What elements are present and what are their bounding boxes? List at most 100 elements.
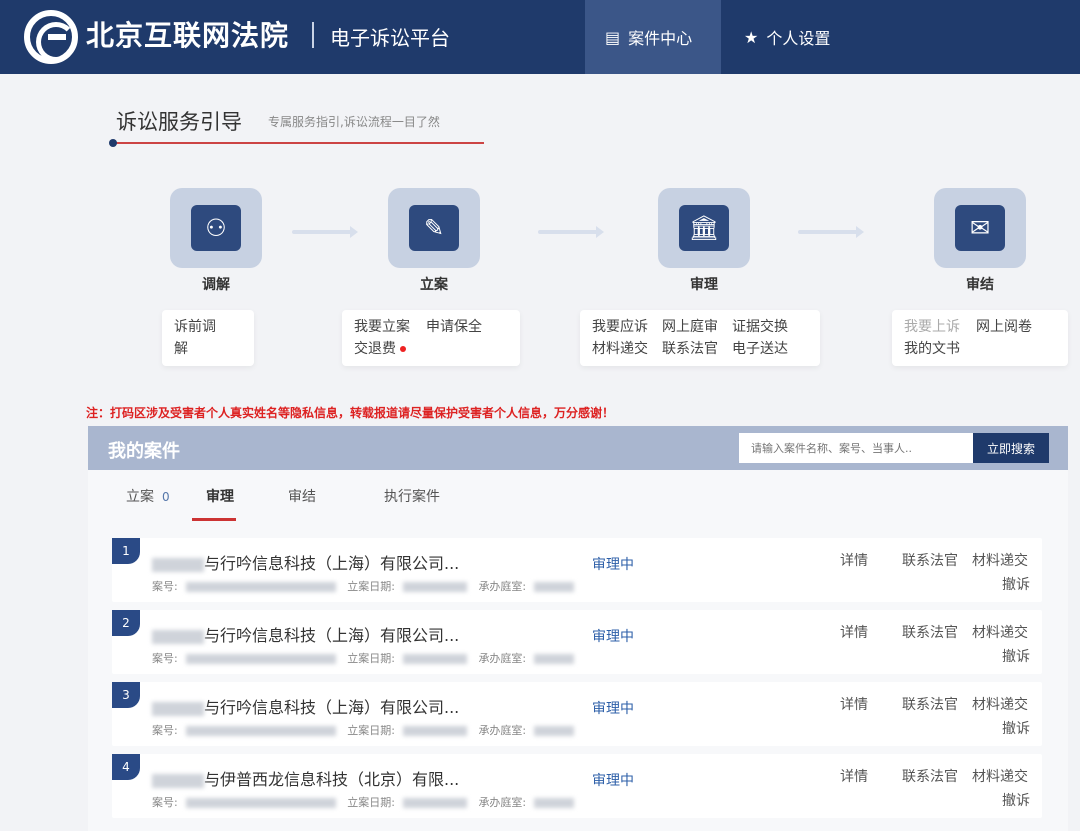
filing-icon: ✎ (409, 205, 459, 251)
link-apply-preservation[interactable]: 申请保全 (426, 316, 482, 338)
redacted-block (152, 701, 204, 716)
link-evidence-exchange[interactable]: 证据交换 (732, 316, 788, 338)
redacted-block (402, 654, 467, 664)
withdraw-link[interactable]: 撤诉 (1002, 718, 1030, 738)
submit-materials-link[interactable]: 材料递交 (972, 694, 1028, 714)
filing-date-label: 立案日期: (347, 796, 395, 809)
redacted-block (534, 798, 575, 808)
redacted-block (152, 773, 204, 788)
step-trial[interactable]: 🏛 (658, 188, 750, 268)
courtroom-label: 承办庭室: (478, 652, 527, 665)
search-button[interactable]: 立即搜索 (973, 433, 1049, 463)
contact-judge-link[interactable]: 联系法官 (902, 550, 958, 570)
redacted-block (152, 629, 204, 644)
case-status: 审理中 (592, 629, 634, 645)
case-index-badge: 1 (112, 538, 140, 564)
step-concluded[interactable]: ✉ (934, 188, 1026, 268)
tab-filing-label: 立案 (126, 489, 154, 505)
case-meta: 案号: 立案日期: 承办庭室: (152, 578, 575, 594)
guide-underline-dot (109, 139, 117, 147)
guide-title: 诉讼服务引导 (116, 110, 242, 134)
tab-filing[interactable]: 立案 0 (126, 486, 170, 506)
case-row[interactable]: 2 与行吟信息科技（上海）有限公司... 案号: 立案日期: 承办庭室: 审理中… (112, 610, 1042, 674)
mediation-links: 诉前调解 (162, 310, 254, 366)
link-e-service[interactable]: 电子送达 (732, 338, 788, 360)
court-name: 北京互联网法院 (86, 19, 290, 52)
guide-underline (112, 142, 484, 144)
contact-judge-link[interactable]: 联系法官 (902, 694, 958, 714)
case-index-badge: 3 (112, 682, 140, 708)
nav-tab-label: 案件中心 (628, 29, 693, 48)
link-appeal[interactable]: 我要上诉 (904, 316, 960, 338)
step-label-trial: 审理 (690, 277, 718, 293)
submit-materials-link[interactable]: 材料递交 (972, 550, 1028, 570)
tab-filing-count: 0 (162, 490, 170, 504)
redacted-block (185, 798, 336, 808)
link-fees[interactable]: 交退费 (354, 338, 406, 360)
withdraw-link[interactable]: 撤诉 (1002, 646, 1030, 666)
step-label-concluded: 审结 (966, 277, 994, 293)
step-filing[interactable]: ✎ (388, 188, 480, 268)
link-my-documents[interactable]: 我的文书 (904, 338, 960, 360)
link-contact-judge[interactable]: 联系法官 (662, 338, 718, 360)
detail-link[interactable]: 详情 (840, 550, 868, 570)
filing-date-label: 立案日期: (347, 724, 395, 737)
case-title-text: 与行吟信息科技（上海）有限公司... (204, 698, 460, 717)
case-meta: 案号: 立案日期: 承办庭室: (152, 794, 575, 810)
case-no-label: 案号: (152, 796, 178, 809)
case-title[interactable]: 与伊普西龙信息科技（北京）有限... (152, 766, 459, 790)
step-mediation[interactable]: ⚇ (170, 188, 262, 268)
link-online-file-review[interactable]: 网上阅卷 (976, 316, 1032, 338)
nav-tab-personal-settings[interactable]: ★ 个人设置 (724, 0, 864, 74)
step-arrow-icon (538, 226, 604, 238)
tab-trial[interactable]: 审理 (206, 486, 234, 506)
detail-link[interactable]: 详情 (840, 766, 868, 786)
case-title[interactable]: 与行吟信息科技（上海）有限公司... (152, 622, 459, 646)
link-pre-litigation-mediation[interactable]: 诉前调解 (174, 316, 226, 360)
filing-links: 我要立案 申请保全 交退费 (342, 310, 520, 366)
courtroom-label: 承办庭室: (478, 724, 527, 737)
step-arrow-icon (798, 226, 864, 238)
redacted-block (534, 582, 575, 592)
withdraw-link[interactable]: 撤诉 (1002, 790, 1030, 810)
step-arrow-icon (292, 226, 358, 238)
link-online-trial[interactable]: 网上庭审 (662, 316, 718, 338)
redacted-block (402, 798, 467, 808)
link-respond[interactable]: 我要应诉 (592, 316, 648, 338)
case-search-input[interactable] (739, 433, 973, 463)
redacted-block (534, 726, 575, 736)
privacy-notice: 注：打码区涉及受害者个人真实姓名等隐私信息，转载报道请尽量保护受害者个人信息，万… (86, 406, 615, 420)
case-row[interactable]: 1 与行吟信息科技（上海）有限公司... 案号: 立案日期: 承办庭室: 审理中… (112, 538, 1042, 602)
courtroom-label: 承办庭室: (478, 580, 527, 593)
redacted-block (185, 654, 336, 664)
verdict-icon: ✉ (955, 205, 1005, 251)
submit-materials-link[interactable]: 材料递交 (972, 766, 1028, 786)
contact-judge-link[interactable]: 联系法官 (902, 766, 958, 786)
case-row[interactable]: 4 与伊普西龙信息科技（北京）有限... 案号: 立案日期: 承办庭室: 审理中… (112, 754, 1042, 818)
contact-judge-link[interactable]: 联系法官 (902, 622, 958, 642)
case-title[interactable]: 与行吟信息科技（上海）有限公司... (152, 550, 459, 574)
detail-link[interactable]: 详情 (840, 694, 868, 714)
case-title[interactable]: 与行吟信息科技（上海）有限公司... (152, 694, 459, 718)
step-label-mediation: 调解 (202, 277, 230, 293)
court-icon: 🏛 (679, 205, 729, 251)
case-index-badge: 4 (112, 754, 140, 780)
list-icon: ▤ (605, 27, 621, 47)
case-status: 审理中 (592, 557, 634, 573)
case-no-label: 案号: (152, 652, 178, 665)
tab-enforcement[interactable]: 执行案件 (384, 486, 440, 506)
my-cases-title: 我的案件 (108, 441, 180, 462)
detail-link[interactable]: 详情 (840, 622, 868, 642)
tab-concluded[interactable]: 审结 (288, 486, 316, 506)
nav-tab-case-center[interactable]: ▤ 案件中心 (585, 0, 721, 74)
case-row[interactable]: 3 与行吟信息科技（上海）有限公司... 案号: 立案日期: 承办庭室: 审理中… (112, 682, 1042, 746)
link-file-case[interactable]: 我要立案 (354, 316, 410, 338)
filing-date-label: 立案日期: (347, 652, 395, 665)
withdraw-link[interactable]: 撤诉 (1002, 574, 1030, 594)
link-submit-materials[interactable]: 材料递交 (592, 338, 648, 360)
star-icon: ★ (744, 27, 759, 47)
case-status: 审理中 (592, 773, 634, 789)
my-cases-panel: 我的案件 立即搜索 立案 0 审理 审结 执行案件 1 与行吟信息科技（上海）有限… (88, 426, 1068, 831)
redacted-block (185, 726, 336, 736)
submit-materials-link[interactable]: 材料递交 (972, 622, 1028, 642)
